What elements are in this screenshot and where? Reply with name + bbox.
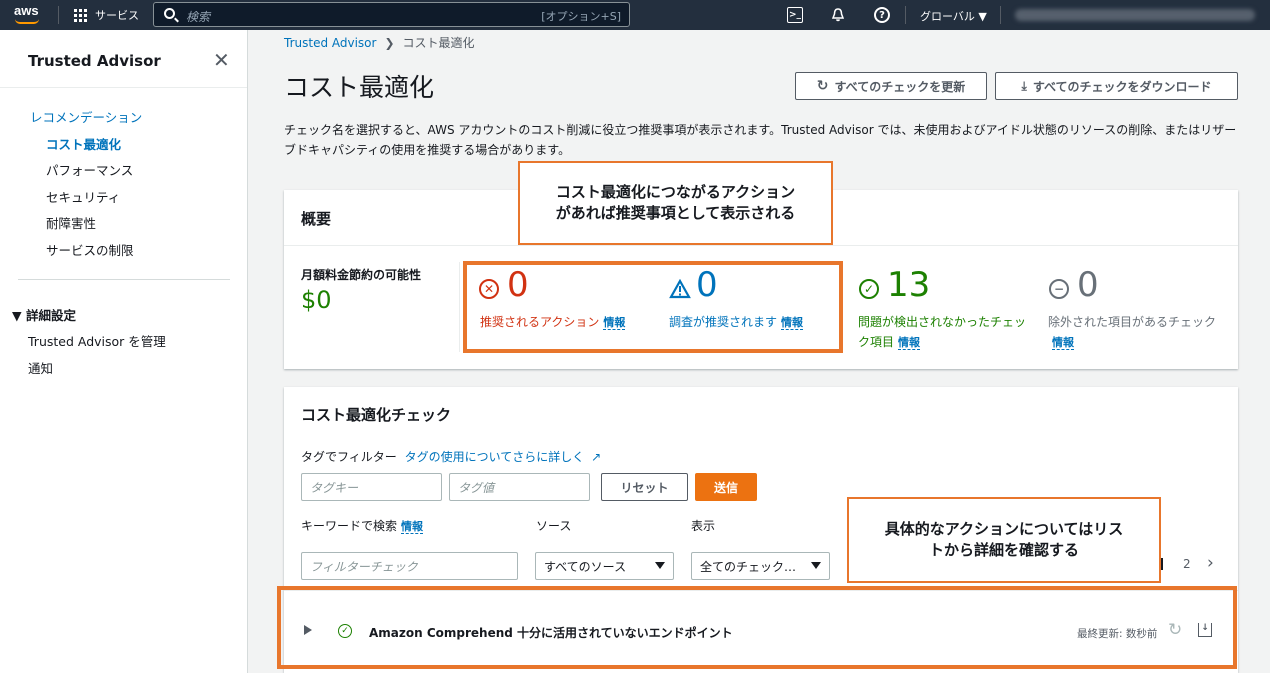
highlight-recommendations bbox=[463, 261, 843, 353]
info-link[interactable]: 情報 bbox=[1052, 336, 1074, 350]
overview-title: 概要 bbox=[301, 210, 332, 228]
sidebar-title: Trusted Advisor bbox=[28, 52, 161, 70]
caret-down-icon bbox=[655, 562, 665, 569]
refresh-icon: ↻ bbox=[816, 78, 829, 94]
refresh-all-label: すべてのチェックを更新 bbox=[834, 79, 966, 94]
savings-label: 月額料金節約の可能性 bbox=[301, 268, 422, 282]
page-description: チェック名を選択すると、AWS アカウントのコスト削減に役立つ推奨事項が表示され… bbox=[284, 123, 1237, 157]
notification-bell-icon[interactable] bbox=[830, 7, 846, 23]
download-all-button[interactable]: ⤓ すべてのチェックをダウンロード bbox=[995, 72, 1238, 100]
divider bbox=[18, 279, 230, 280]
refresh-all-button[interactable]: ↻ すべてのチェックを更新 bbox=[795, 72, 987, 100]
caret-down-icon bbox=[811, 562, 821, 569]
chevron-right-icon[interactable]: › bbox=[1207, 553, 1214, 573]
tag-value-input[interactable]: タグ値 bbox=[449, 473, 590, 501]
display-label: 表示 bbox=[691, 519, 716, 533]
grid-icon bbox=[74, 8, 87, 22]
callout-bottom: 具体的なアクションについてはリス トから詳細を確認する bbox=[847, 497, 1161, 583]
checks-title: コスト最適化チェック bbox=[301, 406, 452, 424]
external-link-icon[interactable]: ↗ bbox=[591, 450, 601, 464]
divider bbox=[58, 6, 59, 24]
stat-excluded-label: 除外された項目があるチェック bbox=[1048, 315, 1217, 329]
minus-circle-icon: − bbox=[1049, 279, 1069, 299]
tag-learn-more-link[interactable]: タグの使用についてさらに詳しく bbox=[405, 450, 585, 464]
sidebar-item-service-limits[interactable]: サービスの制限 bbox=[46, 240, 134, 259]
display-select-value: 全てのチェック… bbox=[700, 559, 797, 574]
reset-button[interactable]: リセット bbox=[601, 473, 688, 501]
keyword-label: キーワードで検索 bbox=[301, 519, 398, 533]
sidebar-item-fault-tolerance[interactable]: 耐障害性 bbox=[46, 213, 96, 232]
divider bbox=[459, 262, 460, 352]
search-shortcut: [オプション+S] bbox=[541, 10, 621, 23]
sidebar-item-notifications[interactable]: 通知 bbox=[28, 358, 53, 377]
source-select-value: すべてのソース bbox=[544, 559, 627, 574]
aws-logo[interactable]: aws bbox=[14, 3, 39, 18]
sidebar-item-cost-optimization[interactable]: コスト最適化 bbox=[46, 134, 121, 153]
stat-ok-label: 問題が検出されなかったチェック項目 bbox=[858, 315, 1027, 349]
callout-top: コスト最適化につながるアクション があれば推奨事項として表示される bbox=[518, 161, 833, 245]
keyword-label-row: キーワードで検索 情報 bbox=[301, 517, 424, 534]
pagination-page-2[interactable]: 2 bbox=[1183, 557, 1191, 571]
close-icon[interactable]: ✕ bbox=[213, 48, 230, 72]
region-selector[interactable]: グローバル ▼ bbox=[920, 8, 987, 24]
aws-logo-smile bbox=[15, 19, 39, 24]
stat-excluded[interactable]: 除外された項目があるチェック情報 bbox=[1048, 312, 1218, 353]
page-title: コスト最適化 bbox=[284, 73, 435, 102]
download-icon: ⤓ bbox=[1021, 78, 1027, 93]
download-all-label: すべてのチェックをダウンロード bbox=[1032, 79, 1212, 94]
source-select[interactable]: すべてのソース bbox=[535, 552, 674, 580]
chevron-right-icon: ❯ bbox=[384, 35, 395, 50]
tag-key-input[interactable]: タグキー bbox=[301, 473, 442, 501]
stat-ok-count: 13 bbox=[887, 265, 931, 305]
tag-filter-row: タグでフィルター タグの使用についてさらに詳しく ↗ bbox=[301, 448, 601, 465]
sidebar-item-security[interactable]: セキュリティ bbox=[46, 187, 120, 206]
sidebar-section-advanced[interactable]: ▼ 詳細設定 bbox=[12, 305, 76, 324]
search-placeholder: 検索 bbox=[186, 10, 211, 24]
stat-excluded-count: 0 bbox=[1077, 265, 1099, 305]
top-navigation-bar: aws サービス 検索 [オプション+S] >_ ? グローバル ▼ bbox=[0, 0, 1270, 30]
sidebar-item-performance[interactable]: パフォーマンス bbox=[46, 160, 133, 179]
source-label: ソース bbox=[536, 519, 572, 533]
divider bbox=[0, 87, 247, 88]
sidebar-item-manage[interactable]: Trusted Advisor を管理 bbox=[28, 331, 166, 350]
services-menu-button[interactable]: サービス bbox=[74, 7, 139, 23]
search-icon bbox=[164, 8, 175, 19]
keyword-filter-input[interactable]: フィルターチェック bbox=[301, 552, 518, 580]
stat-ok[interactable]: 問題が検出されなかったチェック項目 情報 bbox=[858, 312, 1028, 353]
side-navigation: Trusted Advisor ✕ レコメンデーション コスト最適化 パフォーマ… bbox=[0, 30, 248, 673]
info-link[interactable]: 情報 bbox=[898, 336, 921, 350]
search-input[interactable]: 検索 [オプション+S] bbox=[153, 2, 630, 27]
display-select[interactable]: 全てのチェック… bbox=[691, 552, 830, 580]
divider bbox=[284, 245, 1238, 246]
help-icon[interactable]: ? bbox=[874, 7, 890, 23]
cloudshell-icon[interactable]: >_ bbox=[787, 7, 803, 23]
divider bbox=[1000, 6, 1001, 24]
submit-button[interactable]: 送信 bbox=[695, 473, 757, 501]
account-menu-blurred[interactable] bbox=[1015, 9, 1255, 21]
highlight-check-row bbox=[277, 586, 1237, 669]
info-link[interactable]: 情報 bbox=[401, 520, 424, 534]
check-circle-icon: ✓ bbox=[859, 279, 879, 299]
services-label: サービス bbox=[95, 9, 139, 22]
savings-value: $0 bbox=[301, 286, 332, 314]
breadcrumb-root[interactable]: Trusted Advisor bbox=[284, 36, 376, 50]
breadcrumb: Trusted Advisor ❯ コスト最適化 bbox=[284, 34, 475, 51]
tag-filter-label: タグでフィルター bbox=[301, 450, 397, 464]
sidebar-item-recommendations[interactable]: レコメンデーション bbox=[30, 107, 142, 126]
breadcrumb-current: コスト最適化 bbox=[402, 36, 475, 50]
divider bbox=[905, 6, 906, 24]
